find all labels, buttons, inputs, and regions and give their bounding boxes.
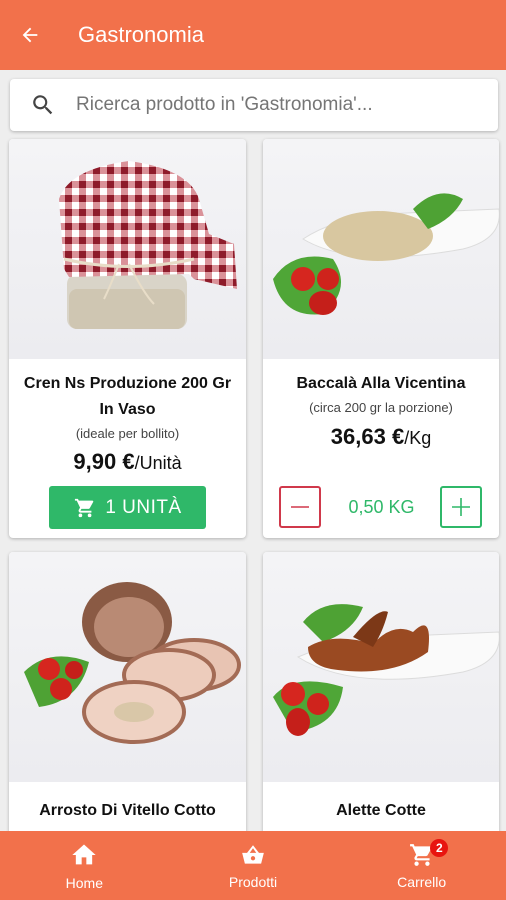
product-image	[263, 139, 499, 359]
price-amount: 9,90 €	[73, 449, 135, 474]
product-card[interactable]: Baccalà Alla Vicentina (circa 200 gr la …	[263, 139, 499, 538]
product-name-line2: In Vaso	[99, 401, 156, 418]
app-bar: Gastronomia	[0, 0, 506, 70]
price-amount: 36,63 €	[330, 424, 405, 449]
cart-count-badge: 2	[430, 839, 449, 857]
search-icon	[10, 92, 76, 118]
home-icon	[72, 844, 96, 864]
product-card[interactable]: Arrosto Di Vitello Cotto	[9, 552, 246, 852]
basket-icon	[242, 844, 264, 864]
nav-products[interactable]: Prodotti	[169, 831, 338, 900]
product-note: (circa 200 gr la porzione)	[309, 400, 453, 415]
minus-icon	[291, 506, 309, 508]
product-image	[9, 139, 246, 359]
product-note: (ideale per bollito)	[75, 426, 180, 441]
product-card[interactable]: Cren Ns Produzione 200 Gr In Vaso (ideal…	[9, 139, 246, 538]
price-unit: /Kg	[404, 428, 432, 448]
price-unit: /Unità	[134, 453, 182, 473]
product-name: Alette Cotte	[336, 802, 426, 819]
nav-label: Home	[65, 874, 104, 891]
increase-quantity-button[interactable]	[440, 486, 482, 528]
product-price: 36,63 €/Kg	[269, 424, 493, 450]
product-price: 9,90 €/Unità	[15, 449, 240, 475]
nav-label: Prodotti	[228, 873, 278, 890]
nav-label: Carrello	[397, 873, 447, 890]
product-image	[263, 552, 499, 782]
search-input[interactable]	[76, 94, 486, 116]
product-image	[9, 552, 246, 782]
bottom-navigation: Home Prodotti 2 Carrello	[0, 831, 506, 900]
product-card[interactable]: Alette Cotte	[263, 552, 499, 852]
plus-icon	[452, 498, 470, 516]
product-name: Cren Ns Produzione 200 Gr	[23, 375, 232, 392]
cart-icon	[75, 498, 94, 517]
product-name: Baccalà Alla Vicentina	[296, 375, 466, 392]
nav-home[interactable]: Home	[0, 831, 169, 900]
quantity-value: 0,50 KG	[348, 496, 415, 517]
arrow-left-icon	[22, 27, 38, 43]
add-button-label: 1 UNITÀ	[105, 496, 182, 518]
add-to-cart-button[interactable]: 1 UNITÀ	[49, 486, 206, 529]
nav-cart[interactable]: 2 Carrello	[337, 831, 506, 900]
page-title: Gastronomia	[78, 22, 204, 47]
product-name: Arrosto Di Vitello Cotto	[39, 802, 216, 819]
search-bar	[10, 79, 498, 131]
decrease-quantity-button[interactable]	[279, 486, 321, 528]
back-button[interactable]	[0, 0, 60, 70]
